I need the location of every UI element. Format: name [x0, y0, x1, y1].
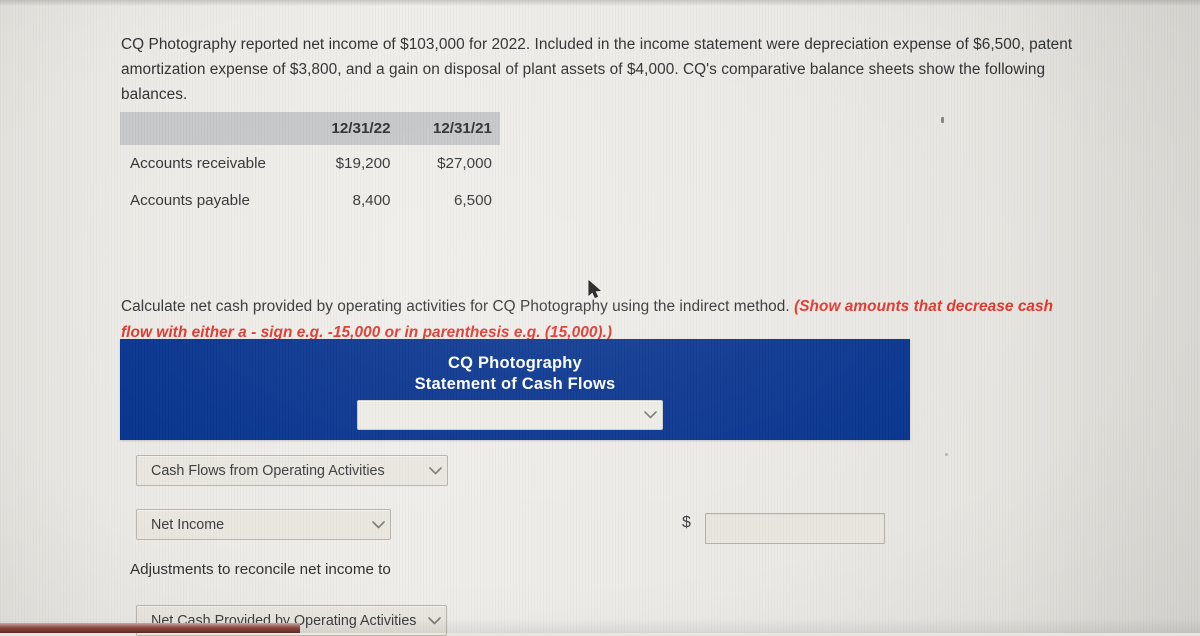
net-income-amount-input[interactable]: [705, 513, 885, 544]
line-item-1-select-value: Net Income: [151, 516, 225, 533]
chevron-down-icon: [366, 520, 390, 529]
exercise-content: CQ Photography reported net income of $1…: [0, 0, 1200, 636]
table-row: Accounts payable 8,400 6,500: [120, 182, 500, 219]
accounts-receivable-2021: $27,000: [437, 155, 492, 172]
photo-artifact-speck: [941, 117, 944, 123]
accounts-receivable-2022: $19,200: [335, 155, 391, 172]
statement-company-name: CQ Photography: [448, 354, 582, 372]
table-header-row: 12/31/22 12/31/21: [120, 112, 500, 145]
instruction-main: Calculate net cash provided by operating…: [121, 298, 795, 316]
chevron-down-icon: [638, 411, 662, 419]
column-header-blank: [120, 112, 286, 145]
row-label-accounts-payable: Accounts payable: [130, 192, 250, 209]
adjustments-label: Adjustments to reconcile net income to: [130, 561, 391, 578]
currency-symbol: $: [682, 514, 691, 531]
column-header-2021: 12/31/21: [432, 120, 492, 137]
comparative-balances-table: 12/31/22 12/31/21 Accounts receivable $1…: [120, 112, 500, 219]
statement-title: Statement of Cash Flows: [414, 375, 616, 393]
chevron-down-icon: [422, 616, 446, 625]
cash-flow-section-select[interactable]: Cash Flows from Operating Activities: [136, 455, 448, 486]
chevron-down-icon: [423, 466, 447, 475]
table-body: Accounts receivable $19,200 $27,000 Acco…: [120, 145, 500, 219]
accounts-payable-2022: 8,400: [352, 192, 391, 209]
problem-intro-text: CQ Photography reported net income of $1…: [121, 36, 1073, 104]
cash-flow-section-select-value: Cash Flows from Operating Activities: [151, 462, 385, 479]
table-header: 12/31/22 12/31/21: [120, 112, 500, 145]
column-header-2022: 12/31/22: [331, 120, 391, 137]
table-row: Accounts receivable $19,200 $27,000: [120, 145, 500, 182]
bottom-red-band: [0, 623, 300, 633]
accounts-payable-2021: 6,500: [453, 192, 492, 209]
photo-artifact-speck: [945, 453, 948, 456]
statement-period-select[interactable]: [357, 400, 663, 430]
line-item-1-select[interactable]: Net Income: [136, 509, 391, 540]
row-label-accounts-receivable: Accounts receivable: [130, 155, 266, 172]
